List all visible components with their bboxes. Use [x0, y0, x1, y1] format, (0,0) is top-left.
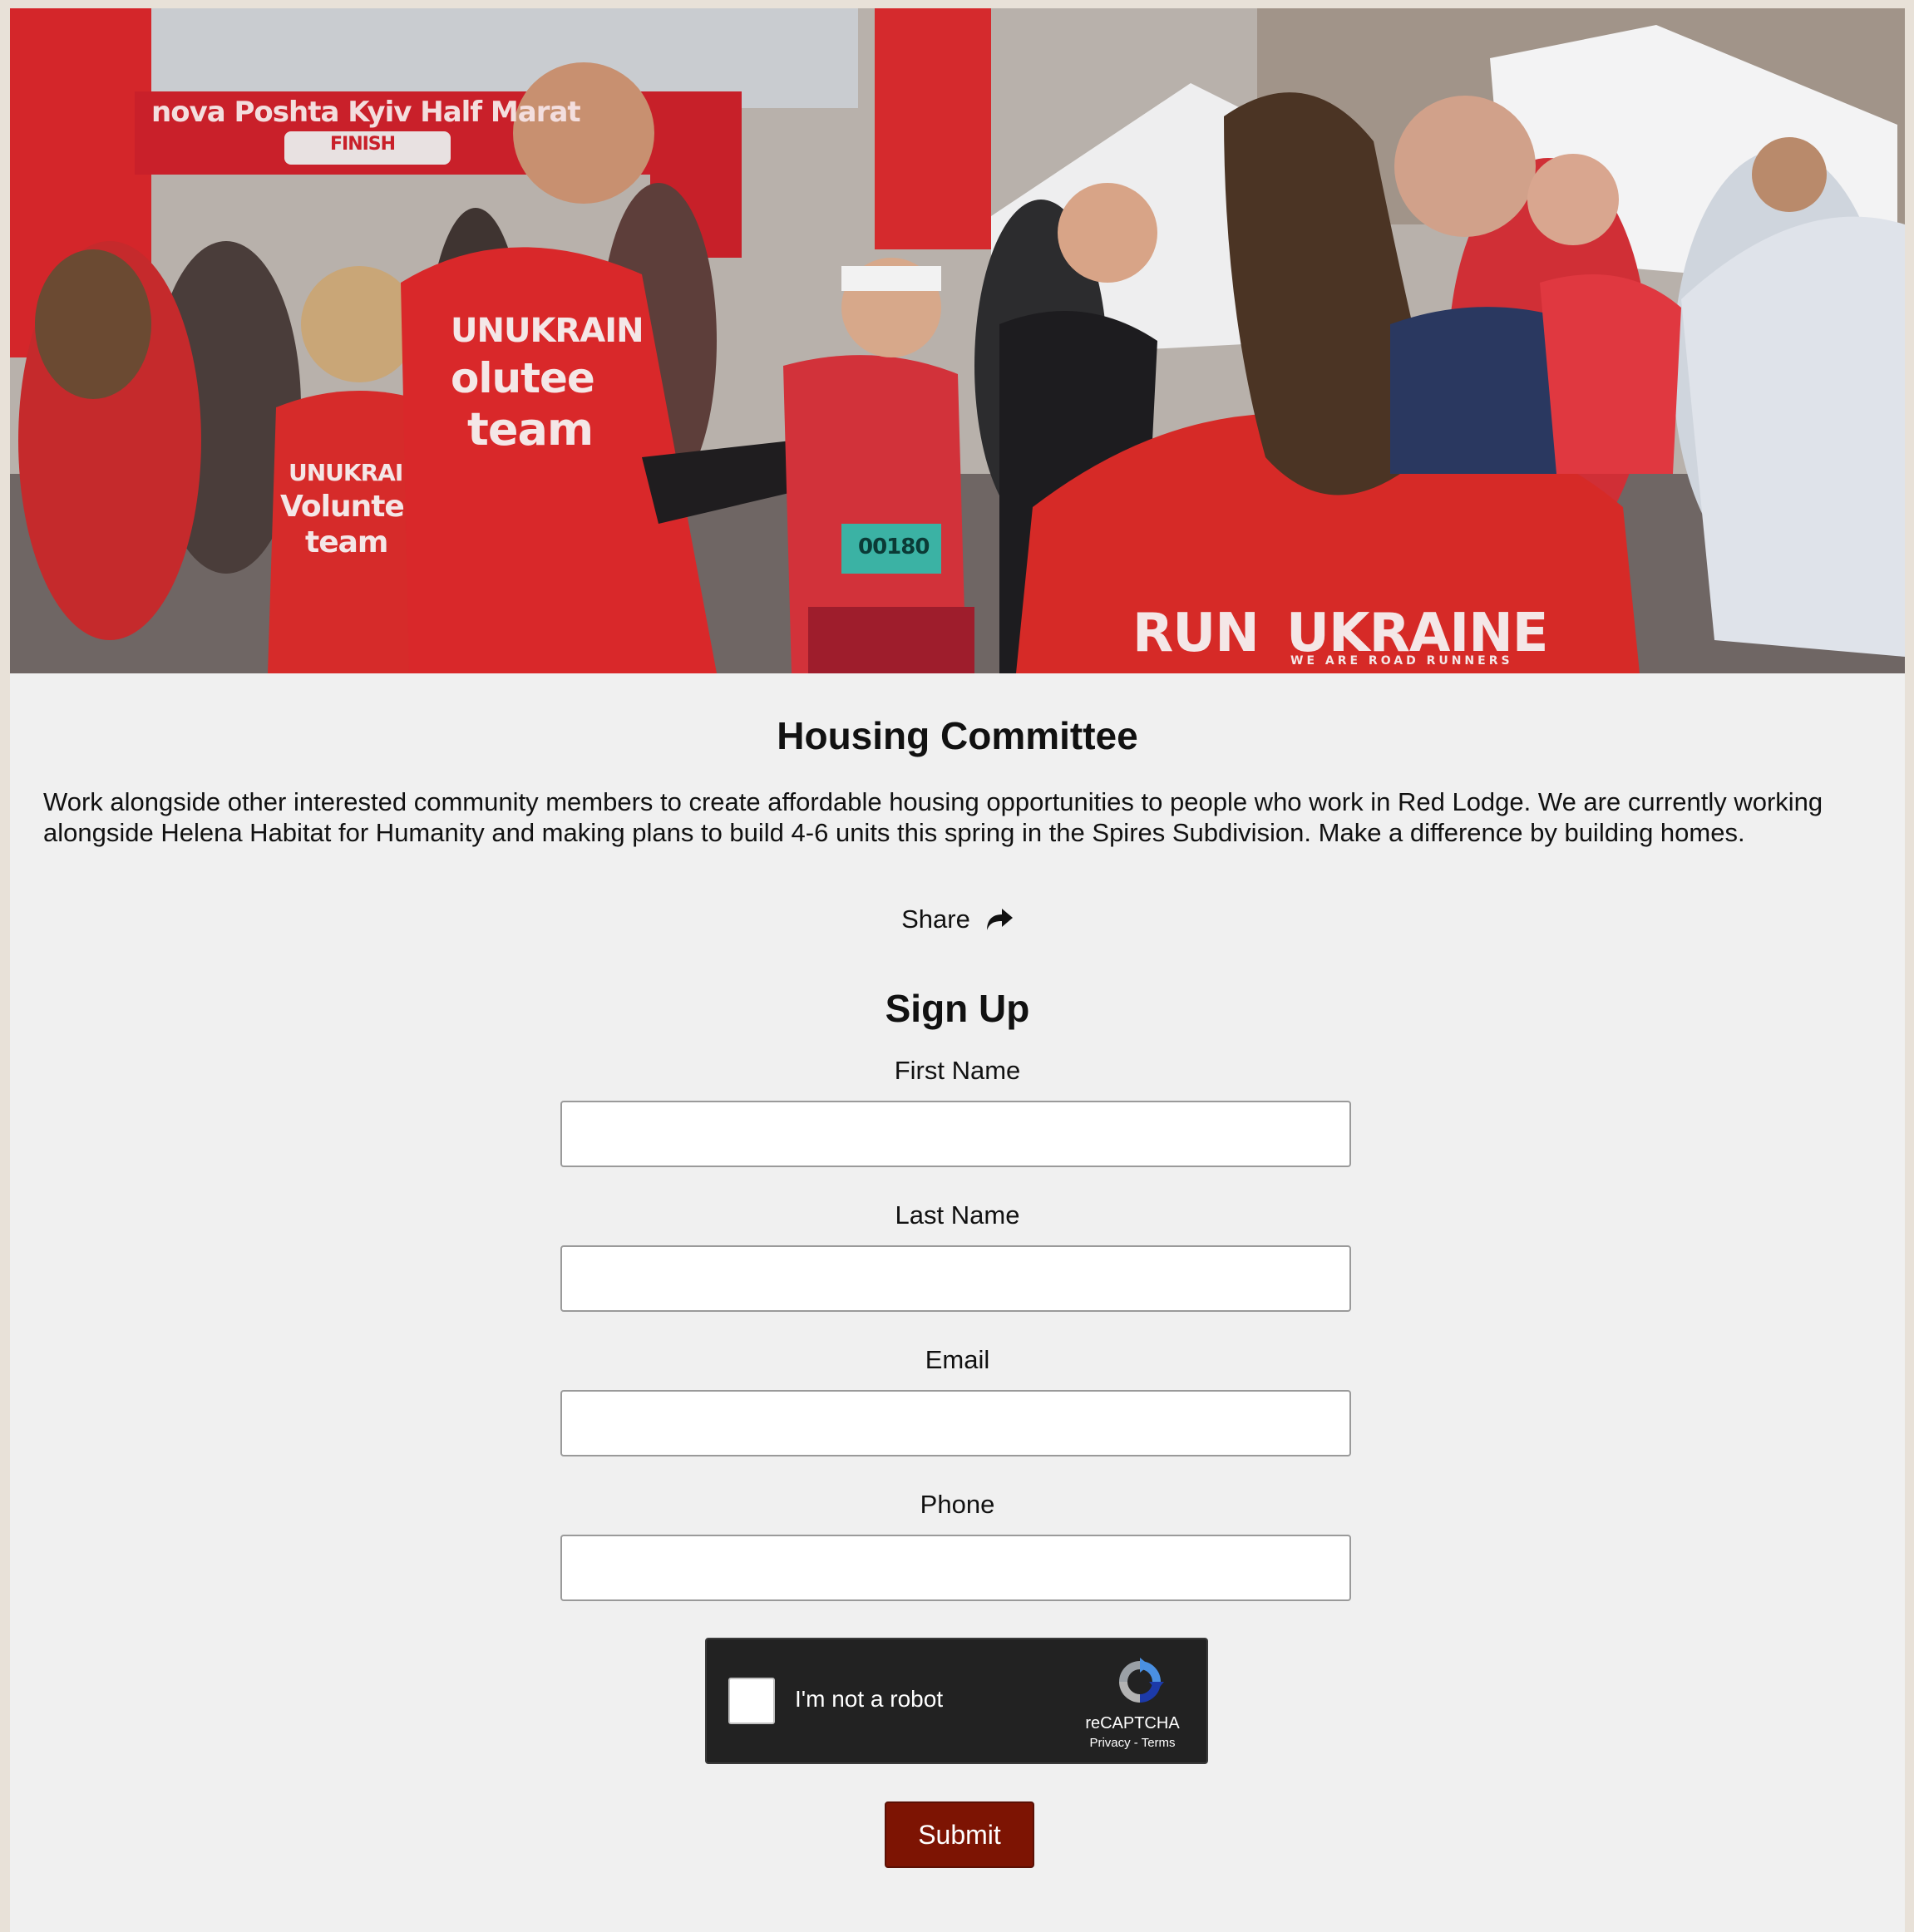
recaptcha-brand: reCAPTCHA	[1085, 1714, 1180, 1732]
page-card: nova Poshta Kyiv Half Marat FINISH UNUKR…	[10, 8, 1905, 1932]
share-label: Share	[901, 904, 970, 934]
email-label: Email	[925, 1345, 990, 1374]
recaptcha-checkbox[interactable]	[728, 1678, 775, 1724]
hero-shirt-text: UNUKRAIN	[451, 312, 644, 350]
first-name-label: First Name	[894, 1056, 1021, 1085]
hero-shirt-text: Volunte	[280, 490, 405, 524]
hero-sign-finish: FINISH	[330, 134, 396, 155]
recaptcha-label: I'm not a robot	[795, 1686, 944, 1712]
email-input[interactable]	[560, 1390, 1351, 1456]
hero-photo: nova Poshta Kyiv Half Marat FINISH UNUKR…	[10, 8, 1905, 673]
recaptcha-links: Privacy - Terms	[1078, 1736, 1186, 1750]
phone-input[interactable]	[560, 1535, 1351, 1601]
recaptcha-terms-link[interactable]: Terms	[1142, 1736, 1176, 1750]
share-arrow-icon	[986, 909, 1013, 930]
submit-button[interactable]: Submit	[885, 1801, 1034, 1868]
phone-label: Phone	[920, 1490, 995, 1519]
committee-description: Work alongside other interested communit…	[43, 787, 1823, 847]
hero-shirt-text: UKRAINE	[1286, 603, 1548, 664]
hero-sign-text: nova Poshta Kyiv Half Marat	[151, 96, 581, 129]
hero-shirt-text: olutee	[451, 354, 595, 402]
page-title: Housing Committee	[777, 714, 1138, 757]
recaptcha-logo-icon	[1119, 1658, 1164, 1703]
hero-shirt-text: UNUKRAI	[289, 459, 403, 486]
last-name-input[interactable]	[560, 1245, 1351, 1312]
hero-shirt-text: RUN	[1132, 603, 1260, 664]
recaptcha-link-separator: -	[1130, 1736, 1142, 1750]
signup-title: Sign Up	[885, 987, 1030, 1030]
hero-bib-number: 00180	[858, 535, 930, 559]
recaptcha-widget: I'm not a robot reCAPTCHA Privacy - Term…	[705, 1638, 1208, 1764]
recaptcha-privacy-link[interactable]: Privacy	[1089, 1736, 1130, 1750]
hero-shirt-text: team	[467, 403, 594, 456]
hero-shirt-text: WE ARE ROAD RUNNERS	[1290, 654, 1513, 668]
share-button[interactable]: Share	[10, 904, 1905, 934]
first-name-input[interactable]	[560, 1101, 1351, 1167]
last-name-label: Last Name	[895, 1200, 1020, 1230]
hero-shirt-text: team	[305, 525, 388, 559]
